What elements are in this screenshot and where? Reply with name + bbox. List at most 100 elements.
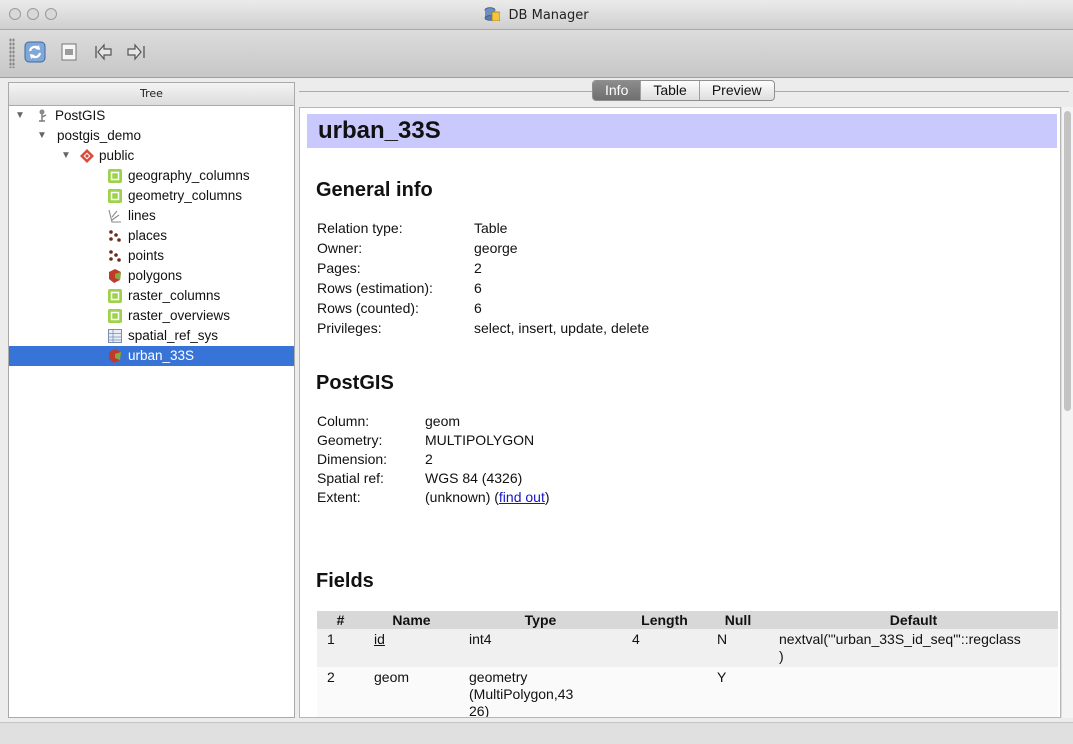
info-key: Column: xyxy=(317,413,370,429)
export-layer-icon xyxy=(127,43,145,61)
column-header[interactable]: Length xyxy=(622,611,707,629)
info-key: Pages: xyxy=(317,260,361,276)
tree-item-label: spatial_ref_sys xyxy=(128,328,219,343)
info-value: geom xyxy=(425,413,461,429)
info-key: Rows (counted): xyxy=(317,300,419,316)
table-cell xyxy=(622,667,707,717)
tree-item-geography-columns[interactable]: geography_columns xyxy=(9,166,294,186)
tree-item-places[interactable]: places xyxy=(9,226,294,246)
scrollbar-thumb[interactable] xyxy=(1064,111,1071,411)
tree-item-raster-columns[interactable]: raster_columns xyxy=(9,286,294,306)
info-key: Geometry: xyxy=(317,432,383,448)
postgis-heading: PostGIS xyxy=(316,372,394,394)
tree-item-label: urban_33S xyxy=(128,348,195,363)
tree-item-label: lines xyxy=(128,208,156,223)
info-value: MULTIPOLYGON xyxy=(425,432,535,448)
vertical-scrollbar[interactable] xyxy=(1061,107,1073,718)
info-value: 2 xyxy=(474,260,482,276)
line-layer-icon xyxy=(108,209,121,223)
postgis-icon xyxy=(39,109,47,122)
tab-bar: Info Table Preview xyxy=(297,78,1073,108)
info-value: 6 xyxy=(474,300,482,316)
table-title-banner: urban_33S xyxy=(307,114,1057,148)
tree-item-label: geometry_columns xyxy=(128,188,243,203)
info-key: Dimension: xyxy=(317,451,388,467)
info-panel: Info Table Preview urban_33S General inf… xyxy=(297,78,1073,718)
table-cell: geom xyxy=(364,667,459,717)
table-cell: nextval('"urban_33S_id_seq"'::regclass ) xyxy=(769,629,1058,667)
tree-view[interactable]: ▼ PostGIS ▼ postgis_demo ▼ public geogra… xyxy=(8,106,295,718)
tree-item-raster-overviews[interactable]: raster_overviews xyxy=(9,306,294,326)
expand-arrow-icon[interactable]: ▼ xyxy=(15,106,25,126)
tree-item-points[interactable]: points xyxy=(9,246,294,266)
info-content: urban_33S General info Relation type: Tab… xyxy=(299,107,1061,718)
sql-window-button[interactable] xyxy=(56,39,82,65)
info-value: WGS 84 (4326) xyxy=(425,470,523,486)
info-value: select, insert, update, delete xyxy=(474,320,650,336)
tree-item-label: raster_columns xyxy=(128,288,221,303)
column-header[interactable]: # xyxy=(317,611,364,629)
tree-item-public[interactable]: ▼ public xyxy=(9,146,294,166)
tab-table[interactable]: Table xyxy=(640,81,698,100)
tree-item-label: geography_columns xyxy=(128,168,250,183)
tree-item-urban-33s[interactable]: urban_33S xyxy=(9,346,294,366)
extent-suffix: ) xyxy=(544,489,550,505)
table-icon xyxy=(108,189,122,203)
tree-item-lines[interactable]: lines xyxy=(9,206,294,226)
tab-preview[interactable]: Preview xyxy=(698,81,774,100)
import-layer-button[interactable] xyxy=(90,39,116,65)
table-row: 2 geom geometry (MultiPolygon,43 26) Y xyxy=(317,667,1058,717)
tree-panel: Tree ▼ PostGIS ▼ postgis_demo ▼ public g… xyxy=(8,82,295,718)
tab-group: Info Table Preview xyxy=(592,80,775,101)
window-title-container: DB Manager xyxy=(0,7,1073,23)
db-manager-icon xyxy=(485,7,501,21)
info-key: Extent: xyxy=(317,489,361,505)
column-header[interactable]: Default xyxy=(769,611,1058,629)
refresh-button[interactable] xyxy=(22,39,48,65)
table-cell: geometry (MultiPolygon,43 26) xyxy=(459,667,622,717)
tree-item-label: places xyxy=(128,228,168,243)
tree-item-label: raster_overviews xyxy=(128,308,231,323)
info-value: 2 xyxy=(425,451,433,467)
info-key: Spatial ref: xyxy=(317,470,384,486)
toolbar-grip[interactable] xyxy=(9,38,15,68)
info-value: (unknown) (find out) xyxy=(425,487,550,507)
tree-item-label: postgis_demo xyxy=(57,128,142,143)
tree-item-polygons[interactable]: polygons xyxy=(9,266,294,286)
table-cell: int4 xyxy=(459,629,622,667)
fields-heading: Fields xyxy=(316,570,374,592)
tree-item-spatial-ref-sys[interactable]: spatial_ref_sys xyxy=(9,326,294,346)
table-icon xyxy=(108,289,122,303)
find-out-link[interactable]: find out xyxy=(499,489,545,505)
table-cell: id xyxy=(364,629,459,667)
fields-header-row: # Name Type Length Null Default xyxy=(317,611,1058,629)
column-header[interactable]: Type xyxy=(459,611,622,629)
table-cell: 1 xyxy=(317,629,364,667)
tree-item-postgis[interactable]: ▼ PostGIS xyxy=(9,106,294,126)
expand-arrow-icon[interactable]: ▼ xyxy=(37,126,47,146)
status-bar xyxy=(0,722,1073,744)
tree-item-geometry-columns[interactable]: geometry_columns xyxy=(9,186,294,206)
point-layer-icon xyxy=(109,230,121,242)
tree-item-label: public xyxy=(99,148,135,163)
schema-icon xyxy=(80,149,94,163)
tree-item-postgis-demo[interactable]: ▼ postgis_demo xyxy=(9,126,294,146)
tree-item-label: polygons xyxy=(128,268,183,283)
tab-info[interactable]: Info xyxy=(593,81,641,100)
refresh-icon xyxy=(24,41,46,63)
column-header[interactable]: Null xyxy=(707,611,769,629)
table-cell: N xyxy=(707,629,769,667)
tree-item-label: PostGIS xyxy=(55,108,106,123)
table-cell: 4 xyxy=(622,629,707,667)
export-layer-button[interactable] xyxy=(124,39,150,65)
column-header[interactable]: Name xyxy=(364,611,459,629)
fields-table: # Name Type Length Null Default 1 id int… xyxy=(317,611,1058,717)
extent-value: (unknown) ( xyxy=(425,489,499,505)
info-key: Relation type: xyxy=(317,220,403,236)
info-value: Table xyxy=(474,220,508,236)
expand-arrow-icon[interactable]: ▼ xyxy=(61,146,71,166)
info-value: 6 xyxy=(474,280,482,296)
table-icon xyxy=(108,309,122,323)
tree-item-label: points xyxy=(128,248,165,263)
toolbar xyxy=(0,30,1073,78)
